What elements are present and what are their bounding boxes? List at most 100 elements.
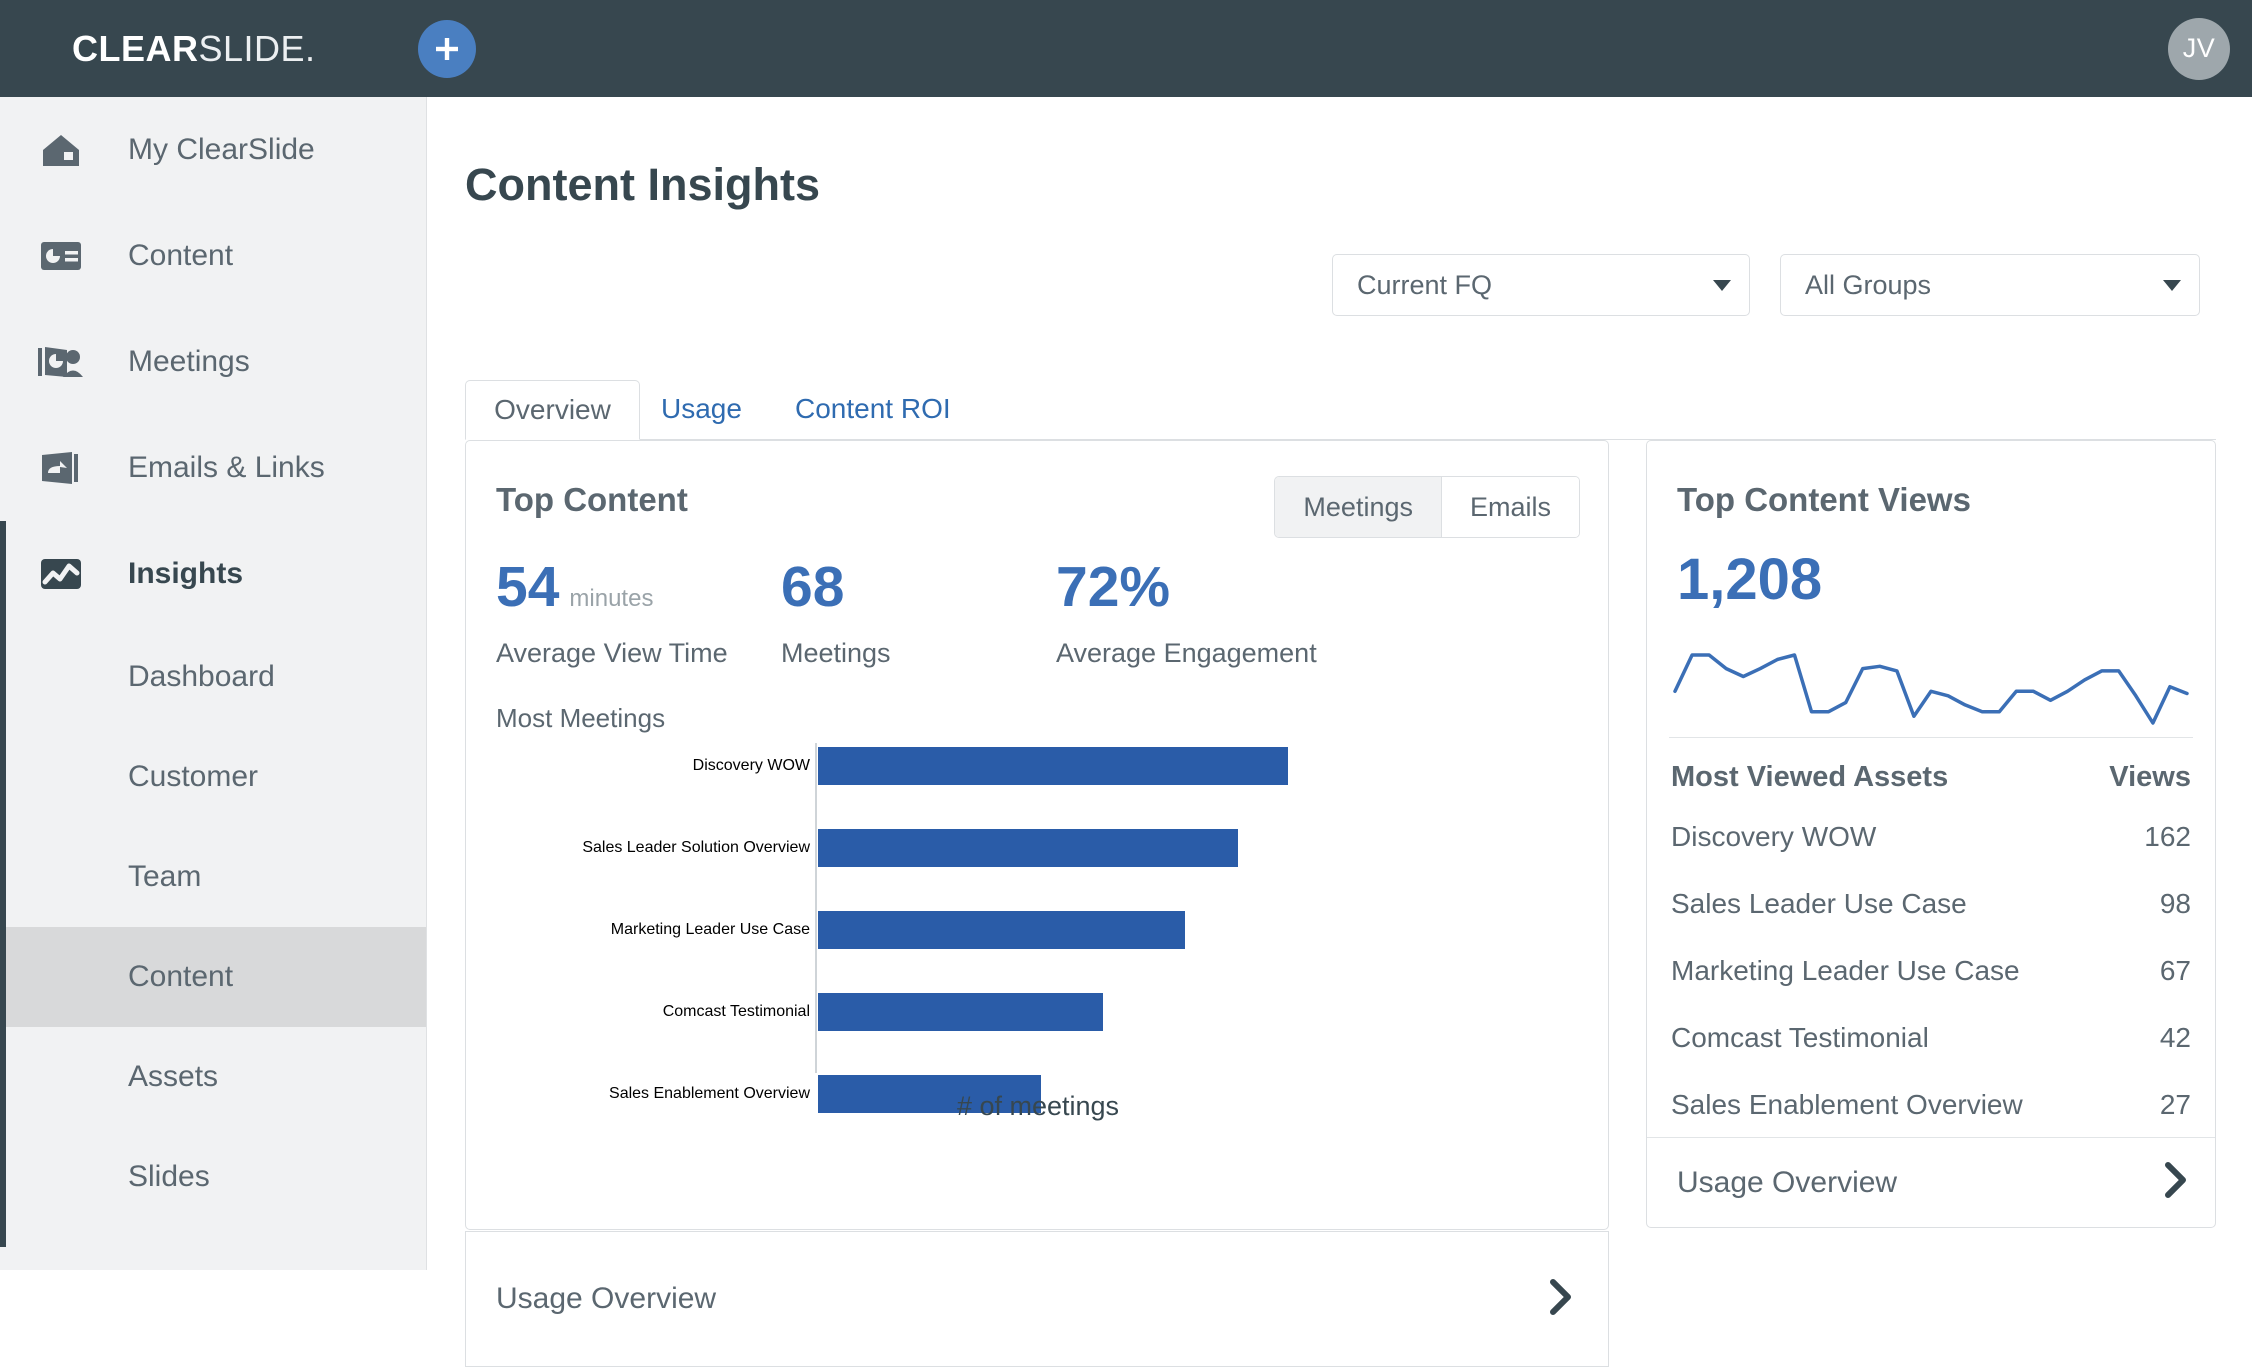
sidebar-subitem-label: Slides — [128, 1160, 210, 1193]
clearslide-logo[interactable]: CLEARSLIDE. — [72, 28, 316, 70]
content-source-toggle: Meetings Emails — [1274, 476, 1580, 538]
table-header-name: Most Viewed Assets — [1671, 760, 1949, 793]
tab-label: Overview — [494, 394, 611, 425]
tab-content-roi[interactable]: Content ROI — [795, 379, 951, 439]
bar-chart-title: Most Meetings — [496, 703, 666, 733]
bar-chart-row: Marketing Leader Use Case — [466, 907, 1610, 953]
sidebar-subitem-label: Content — [128, 960, 234, 993]
tab-usage[interactable]: Usage — [661, 379, 742, 439]
tab-bar: Overview Usage Content ROI — [465, 380, 2216, 440]
asset-views: 98 — [2159, 887, 2191, 919]
plus-icon — [436, 37, 458, 60]
sidebar-item-assets[interactable]: Assets — [0, 1027, 426, 1127]
toggle-meetings-button[interactable]: Meetings — [1275, 477, 1441, 537]
sparkline-path — [1673, 653, 2189, 725]
sidebar-item-my-clearslide[interactable]: My ClearSlide — [0, 97, 426, 203]
sidebar-item-label: Meetings — [128, 345, 250, 378]
table-header-views: Views — [2109, 760, 2191, 793]
period-filter-value: Current FQ — [1357, 269, 1493, 300]
asset-name: Comcast Testimonial — [1671, 1021, 1929, 1053]
metric-caption: Average Engagement — [1056, 638, 1317, 668]
bar-chart-x-axis-label: # of meetings — [956, 1091, 1120, 1121]
metric-value: 72% — [1056, 555, 1171, 619]
bar-chart-bar[interactable] — [818, 747, 1288, 785]
sidebar-subnav: Dashboard Customer Team Content Assets S… — [0, 627, 426, 1227]
logo-thin-text: SLIDE. — [198, 27, 316, 69]
sidebar-item-content[interactable]: Content — [0, 203, 426, 309]
metric-caption: Meetings — [781, 638, 891, 668]
main-content-area: Content Insights Current FQ All Groups O… — [428, 97, 2252, 1367]
metric-caption: Average View Time — [496, 638, 728, 668]
asset-name: Sales Enablement Overview — [1671, 1088, 2023, 1120]
metric-meetings: 68 Meetings — [781, 559, 891, 669]
asset-name: Marketing Leader Use Case — [1671, 954, 2020, 986]
user-avatar[interactable]: JV — [2168, 17, 2230, 80]
chevron-down-icon — [2163, 279, 2181, 291]
metric-average-view-time: 54 minutes Average View Time — [496, 559, 728, 669]
sidebar-item-emails-links[interactable]: Emails & Links — [0, 415, 426, 521]
toggle-emails-button[interactable]: Emails — [1440, 477, 1579, 537]
sidebar-item-team[interactable]: Team — [0, 827, 426, 927]
emails-links-icon — [28, 449, 94, 487]
metric-value-wrap: 68 — [781, 559, 891, 616]
sidebar-item-dashboard[interactable]: Dashboard — [0, 627, 426, 727]
bar-chart-bar[interactable] — [818, 993, 1103, 1031]
metric-value: 54 — [496, 555, 560, 619]
sidebar-subitem-label: Dashboard — [128, 660, 275, 693]
sidebar-item-slides[interactable]: Slides — [0, 1127, 426, 1227]
views-sparkline — [1669, 649, 2193, 734]
table-row[interactable]: Sales Enablement Overview 27 — [1669, 1071, 2193, 1138]
sidebar-item-insights[interactable]: Insights — [0, 521, 426, 627]
bar-category-label: Sales Leader Solution Overview — [582, 839, 810, 856]
bar-chart-bar[interactable] — [818, 911, 1185, 949]
metric-average-engagement: 72% Average Engagement — [1056, 559, 1317, 669]
asset-name: Sales Leader Use Case — [1671, 887, 1967, 919]
chevron-down-icon — [1713, 279, 1731, 291]
sidebar-subitem-label: Customer — [128, 760, 259, 793]
tab-label: Content ROI — [795, 393, 951, 424]
sidebar-item-label: Insights — [128, 557, 244, 590]
most-viewed-assets-table: Most Viewed Assets Views Discovery WOW 16… — [1669, 751, 2193, 1138]
period-filter-dropdown[interactable]: Current FQ — [1332, 254, 1750, 316]
sidebar-item-meetings[interactable]: Meetings — [0, 309, 426, 415]
insights-chart-icon — [28, 556, 94, 592]
bar-category-label: Discovery WOW — [692, 757, 810, 774]
table-row[interactable]: Sales Leader Use Case 98 — [1669, 870, 2193, 937]
asset-name: Discovery WOW — [1671, 820, 1877, 852]
table-row[interactable]: Comcast Testimonial 42 — [1669, 1004, 2193, 1071]
sidebar-subitem-label: Assets — [128, 1060, 219, 1093]
bar-category-label: Marketing Leader Use Case — [610, 921, 810, 938]
metric-value-wrap: 54 minutes — [496, 559, 728, 616]
sidebar-item-customer[interactable]: Customer — [0, 727, 426, 827]
asset-views: 42 — [2159, 1021, 2191, 1053]
group-filter-value: All Groups — [1805, 269, 1932, 300]
top-content-views-title: Top Content Views — [1677, 481, 1971, 518]
add-new-button[interactable] — [418, 19, 476, 78]
usage-overview-link-left[interactable]: Usage Overview — [466, 1232, 1608, 1366]
metric-value: 68 — [781, 555, 845, 619]
bar-chart-row: Sales Leader Solution Overview — [466, 825, 1610, 871]
group-filter-dropdown[interactable]: All Groups — [1780, 254, 2200, 316]
bar-chart-row: Discovery WOW — [466, 743, 1610, 789]
tab-label: Usage — [661, 393, 742, 424]
sidebar-item-label: My ClearSlide — [128, 133, 315, 166]
logo-bold-text: CLEAR — [72, 27, 199, 69]
table-row[interactable]: Discovery WOW 162 — [1669, 803, 2193, 870]
chevron-right-icon — [1548, 1277, 1574, 1322]
sidebar-item-label: Emails & Links — [128, 451, 325, 484]
meetings-icon — [28, 343, 94, 381]
bar-chart-bar[interactable] — [818, 829, 1238, 867]
table-row[interactable]: Marketing Leader Use Case 67 — [1669, 937, 2193, 1004]
usage-overview-label: Usage Overview — [496, 1282, 717, 1315]
sidebar-subitem-label: Team — [128, 860, 202, 893]
sidebar-navigation: My ClearSlide Content Meetings Emails & … — [0, 97, 427, 1270]
table-header-row: Most Viewed Assets Views — [1669, 751, 2193, 803]
chevron-right-icon — [2163, 1160, 2189, 1205]
tab-overview[interactable]: Overview — [465, 380, 640, 440]
sidebar-item-label: Content — [128, 239, 234, 272]
top-navigation-bar: CLEARSLIDE. JV — [0, 0, 2252, 97]
usage-overview-link-right[interactable]: Usage Overview — [1647, 1137, 2215, 1227]
top-content-title: Top Content — [496, 481, 688, 518]
sidebar-item-insights-content[interactable]: Content — [0, 927, 426, 1027]
page-title: Content Insights — [465, 159, 820, 210]
